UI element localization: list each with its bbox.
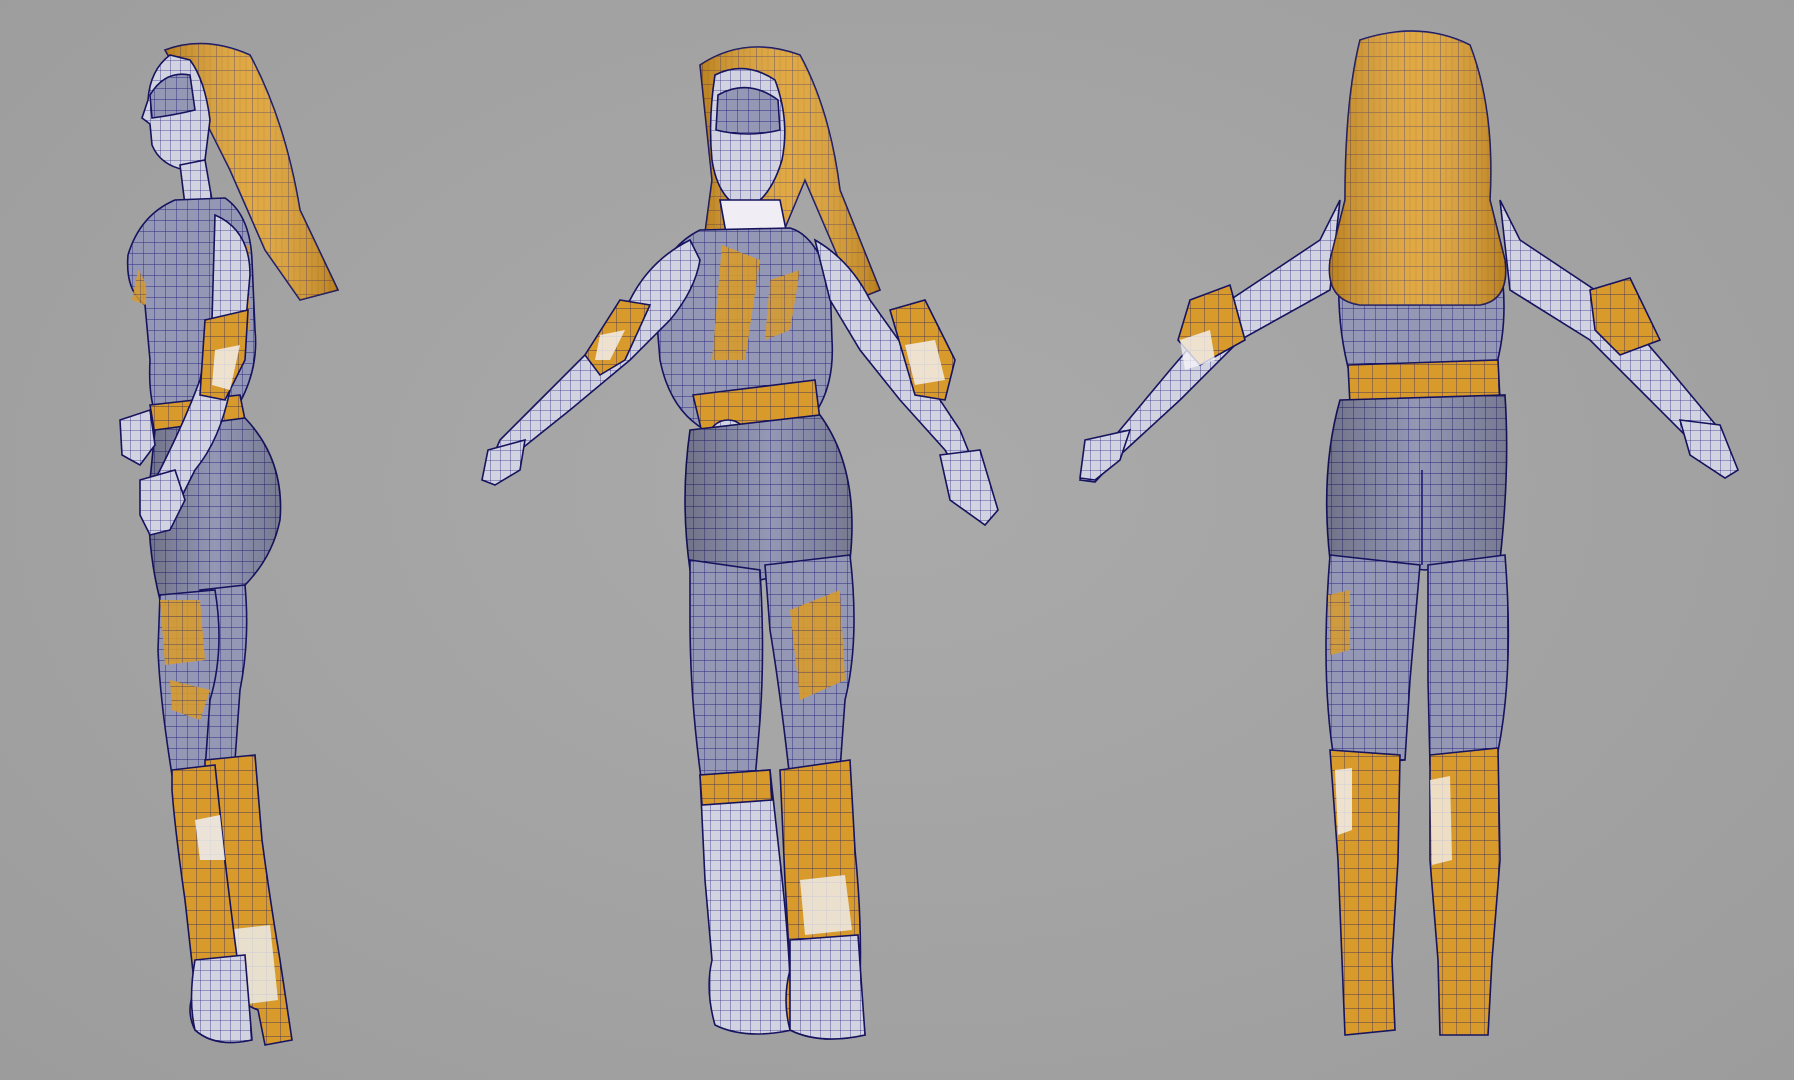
- three-quarter-view-figure: [481, 46, 999, 1040]
- back-hand-right: [1678, 419, 1739, 479]
- back-hand-left: [1079, 428, 1132, 481]
- tq-hand-right: [939, 449, 999, 527]
- tq-arm-right: [813, 238, 982, 486]
- tq-leg-left: [689, 559, 764, 786]
- tq-hand-left: [481, 438, 526, 486]
- tq-mask: [715, 86, 781, 135]
- side-view-figure: [119, 42, 340, 1046]
- tq-boot-left: [699, 769, 793, 1035]
- 3d-viewport[interactable]: [0, 0, 1794, 1080]
- back-leg-left: [1325, 554, 1421, 766]
- back-leg-right: [1427, 554, 1510, 766]
- back-view-figure: [1078, 30, 1739, 1036]
- wireframe-scene: [119, 30, 1739, 1046]
